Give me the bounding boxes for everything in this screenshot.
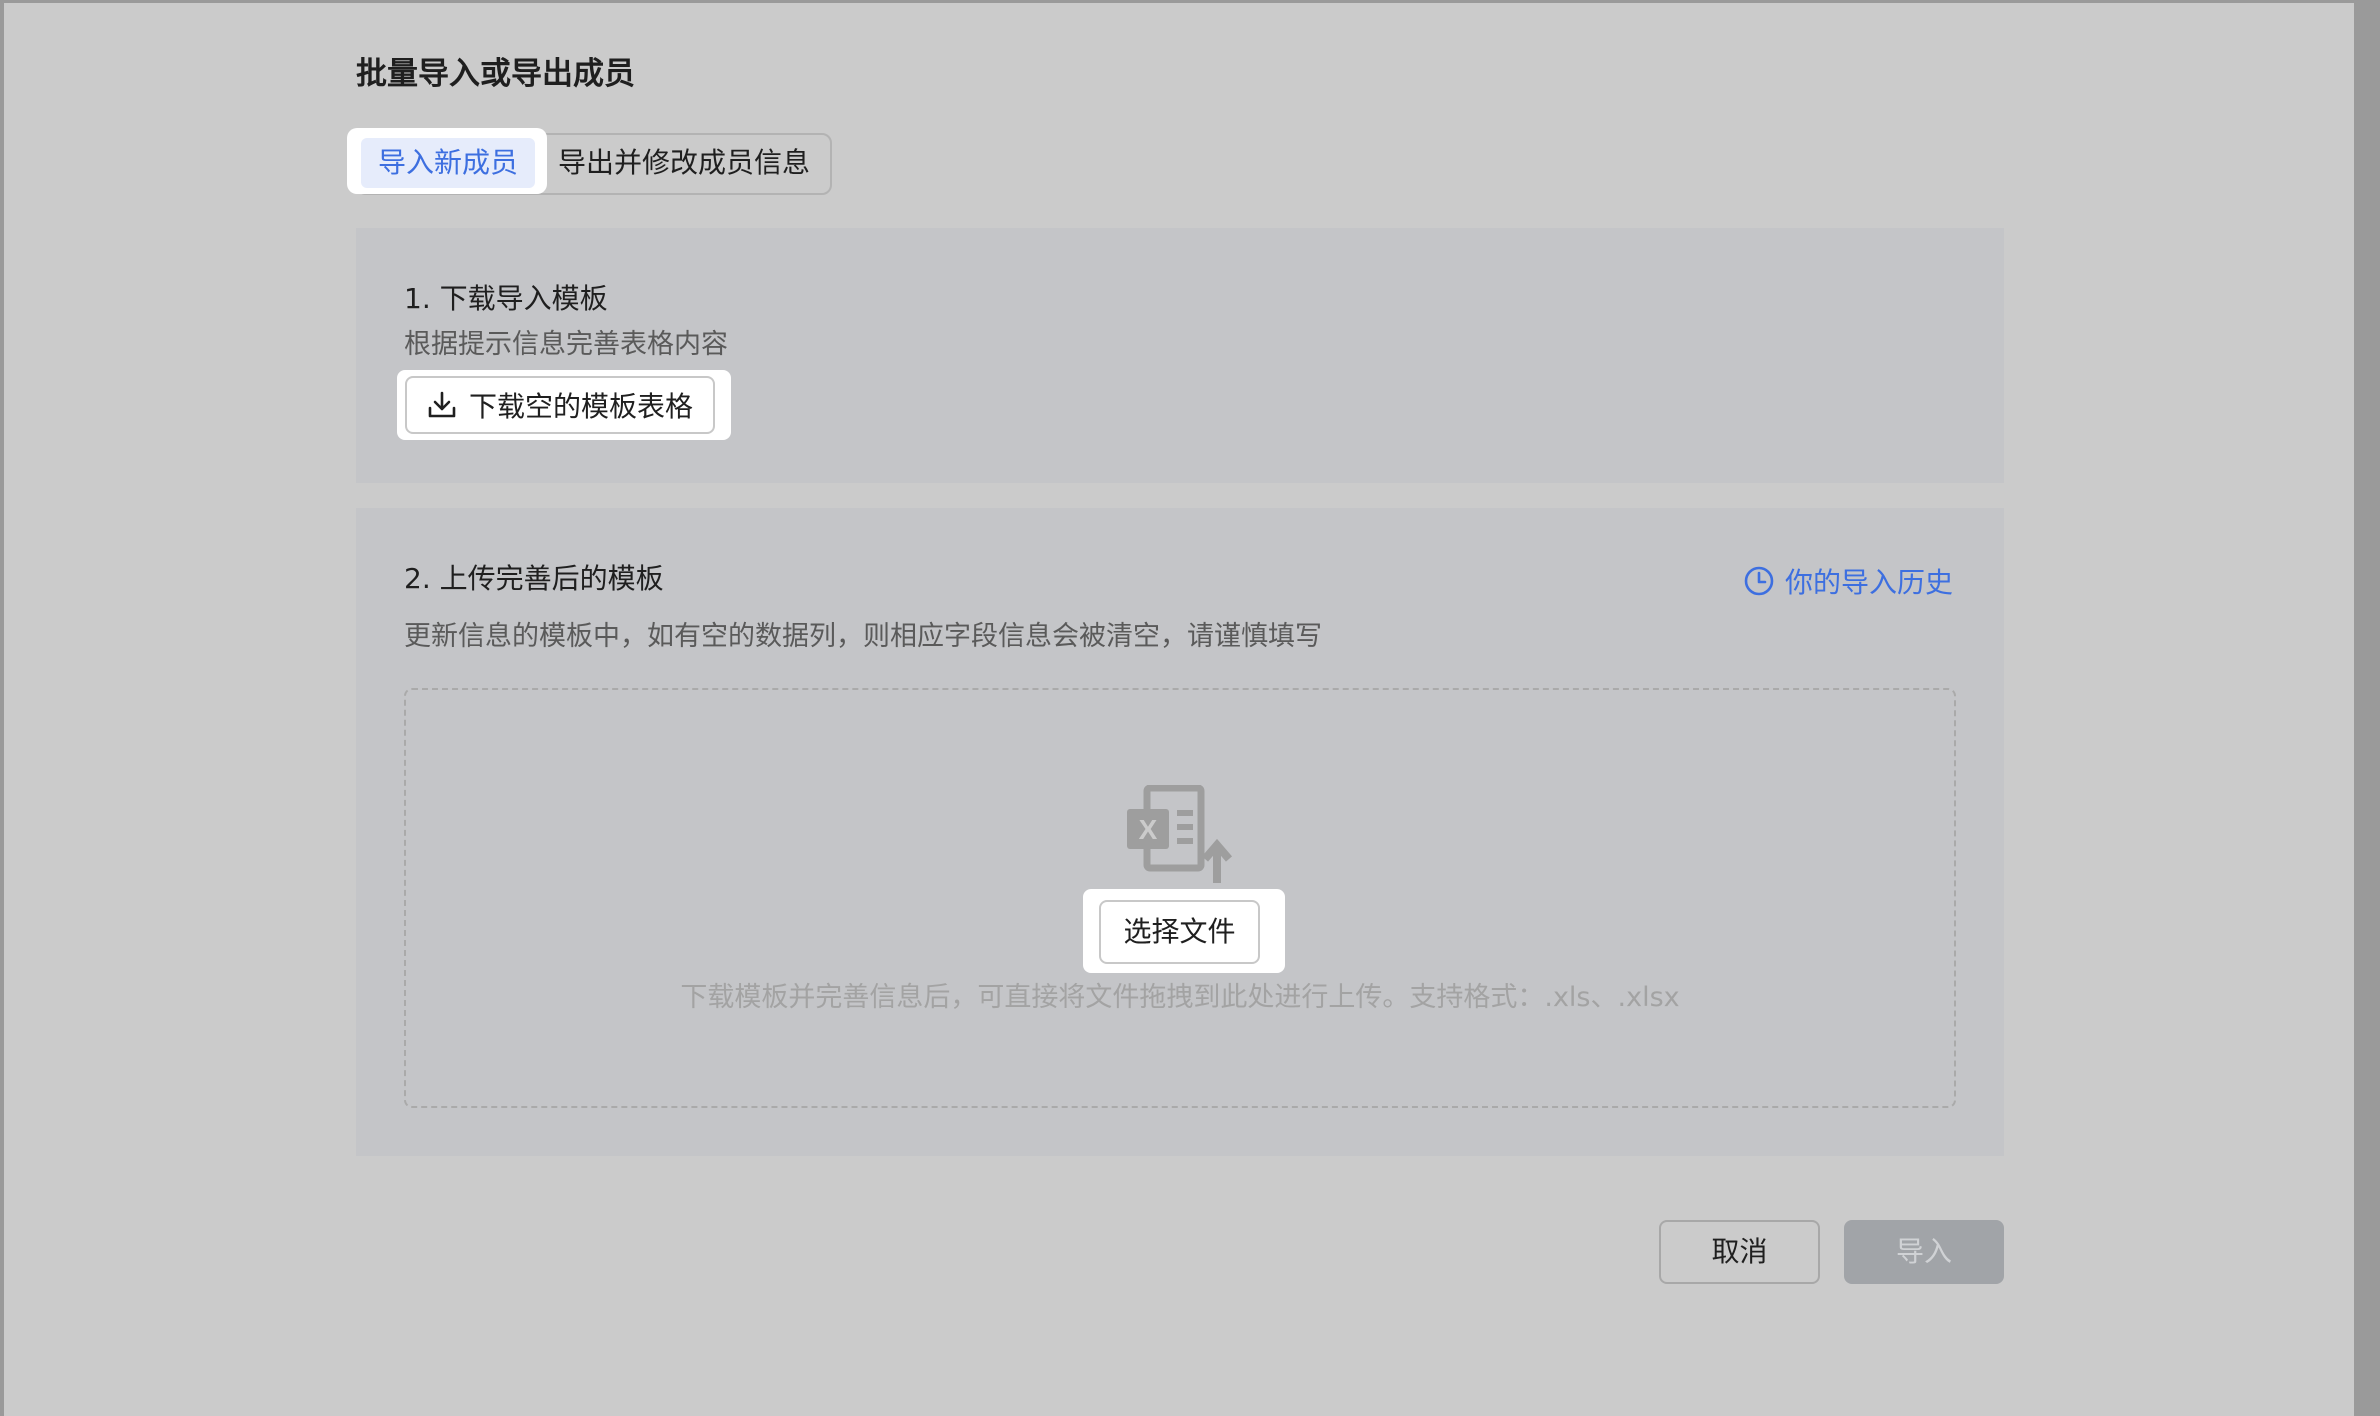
- step2-description: 更新信息的模板中，如有空的数据列，则相应字段信息会被清空，请谨慎填写: [404, 621, 1322, 652]
- tab-export-modify-members[interactable]: 导出并修改成员信息: [558, 138, 810, 188]
- cancel-button[interactable]: 取消: [1659, 1220, 1820, 1284]
- upload-hint: 下载模板并完善信息后，可直接将文件拖拽到此处进行上传。支持格式：.xls、.xl…: [680, 982, 1680, 1013]
- tab-import-new-members[interactable]: 导入新成员: [361, 138, 535, 188]
- download-template-button[interactable]: 下载空的模板表格: [405, 376, 715, 434]
- choose-file-button[interactable]: 选择文件: [1099, 900, 1260, 964]
- step1-description: 根据提示信息完善表格内容: [404, 329, 728, 360]
- clock-icon: [1743, 565, 1775, 597]
- excel-upload-icon: X: [1125, 784, 1235, 889]
- download-button-label: 下载空的模板表格: [468, 390, 693, 423]
- import-history-link[interactable]: 你的导入历史: [1743, 561, 1953, 601]
- svg-text:X: X: [1139, 814, 1158, 845]
- dialog-title: 批量导入或导出成员: [356, 56, 635, 92]
- download-icon: [427, 390, 457, 420]
- import-button[interactable]: 导入: [1844, 1220, 2004, 1284]
- step1-title: 1. 下载导入模板: [404, 282, 608, 315]
- step2-title: 2. 上传完善后的模板: [404, 562, 664, 595]
- import-history-label: 你的导入历史: [1784, 566, 1953, 599]
